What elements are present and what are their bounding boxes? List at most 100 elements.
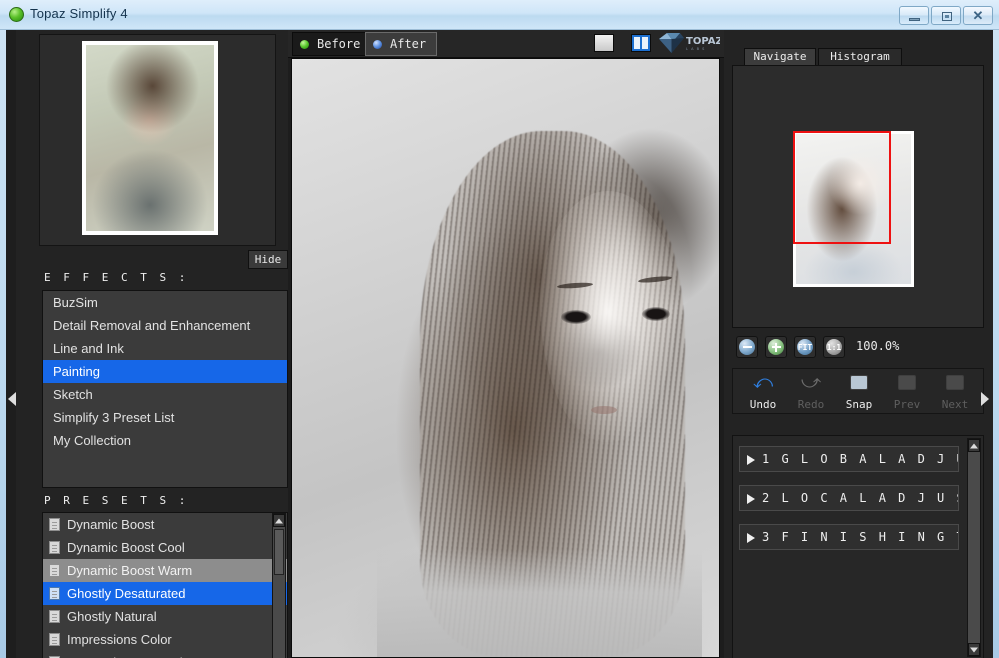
minimize-button[interactable] xyxy=(899,6,929,25)
section-local-label: 2 L O C A L A D J U S T M E N T S xyxy=(762,491,958,505)
tab-histogram[interactable]: Histogram xyxy=(818,48,902,66)
preset-document-icon xyxy=(49,610,60,623)
topaz-labs-logo: TOPAZ L A B S xyxy=(659,33,720,53)
section-finishing-label: 3 F I N I S H I N G T O U C H E S xyxy=(762,530,958,544)
image-canvas[interactable] xyxy=(291,58,720,658)
scroll-up-icon[interactable] xyxy=(273,514,285,527)
prev-label: Prev xyxy=(893,398,921,411)
presets-list[interactable]: Dynamic Boost Dynamic Boost Cool Dynamic B… xyxy=(42,512,288,658)
collapse-left-arrow-icon[interactable] xyxy=(8,392,18,406)
tab-after-label: After xyxy=(390,37,427,51)
section-global-adjustments[interactable]: 1 G L O B A L A D J U S T M E N T S xyxy=(739,446,959,472)
topaz-simplify-window: Topaz Simplify 4 ✕ Hide E F F E C T S : … xyxy=(0,0,999,658)
maximize-button[interactable] xyxy=(931,6,961,25)
zoom-fit-button[interactable]: FIT xyxy=(794,336,816,358)
navigator-viewport-rect[interactable] xyxy=(793,131,891,244)
presets-item-label: Impressions Natural xyxy=(67,651,183,658)
actual-size-icon: 1:1 xyxy=(826,339,842,355)
presets-heading: P R E S E T S : xyxy=(44,494,189,507)
effects-heading: E F F E C T S : xyxy=(44,271,189,284)
section-finishing-touches[interactable]: 3 F I N I S H I N G T O U C H E S xyxy=(739,524,959,550)
prev-icon xyxy=(896,373,918,393)
adjustments-scrollbar[interactable] xyxy=(967,438,981,657)
history-toolbar: ⤺ Undo ⤻ Redo Snap Prev Next xyxy=(732,368,984,414)
adjust-scroll-down-icon[interactable] xyxy=(968,643,980,656)
right-panel: Navigate Histogram FIT 1:1 100.0% ⤺ Undo… xyxy=(724,30,993,658)
photo-lips xyxy=(590,405,617,414)
tab-navigate[interactable]: Navigate xyxy=(744,48,816,66)
app-icon xyxy=(9,7,24,22)
undo-label: Undo xyxy=(749,398,777,411)
zoom-percent-label: 100.0% xyxy=(856,339,900,353)
presets-list-item[interactable]: Dynamic Boost xyxy=(43,513,287,536)
expander-triangle-icon xyxy=(747,455,755,465)
effects-list-item[interactable]: Simplify 3 Preset List xyxy=(43,406,287,429)
navigator-tab-bar: Navigate Histogram xyxy=(732,48,984,66)
redo-button[interactable]: ⤻ Redo xyxy=(787,372,835,412)
presets-list-item[interactable]: Dynamic Boost Cool xyxy=(43,536,287,559)
tab-before[interactable]: Before xyxy=(292,32,372,56)
zoom-in-icon xyxy=(768,339,784,355)
effects-list-item[interactable]: Detail Removal and Enhancement xyxy=(43,314,287,337)
maximize-icon xyxy=(942,12,952,21)
left-panel: Hide E F F E C T S : BuzSim Detail Remova… xyxy=(16,30,288,658)
effects-item-label: BuzSim xyxy=(53,295,98,310)
preset-document-icon xyxy=(49,587,60,600)
prev-button[interactable]: Prev xyxy=(883,372,931,412)
fit-icon: FIT xyxy=(797,339,813,355)
window-title: Topaz Simplify 4 xyxy=(30,6,128,21)
effects-list-item[interactable]: BuzSim xyxy=(43,291,287,314)
tab-after[interactable]: After xyxy=(365,32,438,56)
effects-item-label: Painting xyxy=(53,364,100,379)
adjust-scroll-up-icon[interactable] xyxy=(968,439,980,452)
hide-button[interactable]: Hide xyxy=(248,250,288,269)
collapse-right-arrow-icon[interactable] xyxy=(981,392,991,406)
preset-document-icon xyxy=(49,633,60,646)
presets-list-item[interactable]: Dynamic Boost Warm xyxy=(43,559,287,582)
presets-list-item[interactable]: Impressions Color xyxy=(43,628,287,651)
processed-photo xyxy=(292,59,719,657)
zoom-actual-button[interactable]: 1:1 xyxy=(823,336,845,358)
preset-document-icon xyxy=(49,564,60,577)
preset-preview-box xyxy=(39,34,276,246)
effects-list-item[interactable]: Line and Ink xyxy=(43,337,287,360)
presets-list-item[interactable]: Impressions Natural xyxy=(43,651,287,658)
photo-shirt-region xyxy=(377,549,702,657)
snap-button[interactable]: Snap xyxy=(835,372,883,412)
zoom-out-button[interactable] xyxy=(736,336,758,358)
effects-list[interactable]: BuzSim Detail Removal and Enhancement Line… xyxy=(42,290,288,488)
split-view-icon[interactable] xyxy=(631,34,651,52)
next-button[interactable]: Next xyxy=(931,372,979,412)
preset-document-icon xyxy=(49,518,60,531)
presets-list-item[interactable]: Ghostly Desaturated xyxy=(43,582,287,605)
expander-triangle-icon xyxy=(747,494,755,504)
snap-icon xyxy=(848,373,870,393)
zoom-in-button[interactable] xyxy=(765,336,787,358)
zoom-out-icon xyxy=(739,339,755,355)
navigator-panel[interactable] xyxy=(732,65,984,328)
effects-item-label: My Collection xyxy=(53,433,132,448)
effects-list-item[interactable]: My Collection xyxy=(43,429,287,452)
effects-list-item[interactable]: Sketch xyxy=(43,383,287,406)
effects-list-item[interactable]: Painting xyxy=(43,360,287,383)
before-status-dot xyxy=(300,40,309,49)
undo-button[interactable]: ⤺ Undo xyxy=(739,372,787,412)
effects-item-label: Line and Ink xyxy=(53,341,124,356)
next-label: Next xyxy=(941,398,969,411)
section-local-adjustments[interactable]: 2 L O C A L A D J U S T M E N T S xyxy=(739,485,959,511)
minimize-icon xyxy=(909,18,920,21)
undo-icon: ⤺ xyxy=(752,372,774,393)
single-view-icon[interactable] xyxy=(594,34,614,52)
expander-triangle-icon xyxy=(747,533,755,543)
presets-item-label: Ghostly Desaturated xyxy=(67,586,186,601)
presets-list-item[interactable]: Ghostly Natural xyxy=(43,605,287,628)
after-status-dot xyxy=(373,40,382,49)
scrollbar-thumb[interactable] xyxy=(274,529,284,575)
title-bar: Topaz Simplify 4 ✕ xyxy=(0,0,999,30)
close-button[interactable]: ✕ xyxy=(963,6,993,25)
presets-item-label: Impressions Color xyxy=(67,632,172,647)
effects-item-label: Simplify 3 Preset List xyxy=(53,410,175,425)
presets-item-label: Dynamic Boost Cool xyxy=(67,540,185,555)
presets-scrollbar[interactable] xyxy=(272,513,286,658)
center-view: Before After TOPAZ L A B S xyxy=(288,30,724,658)
